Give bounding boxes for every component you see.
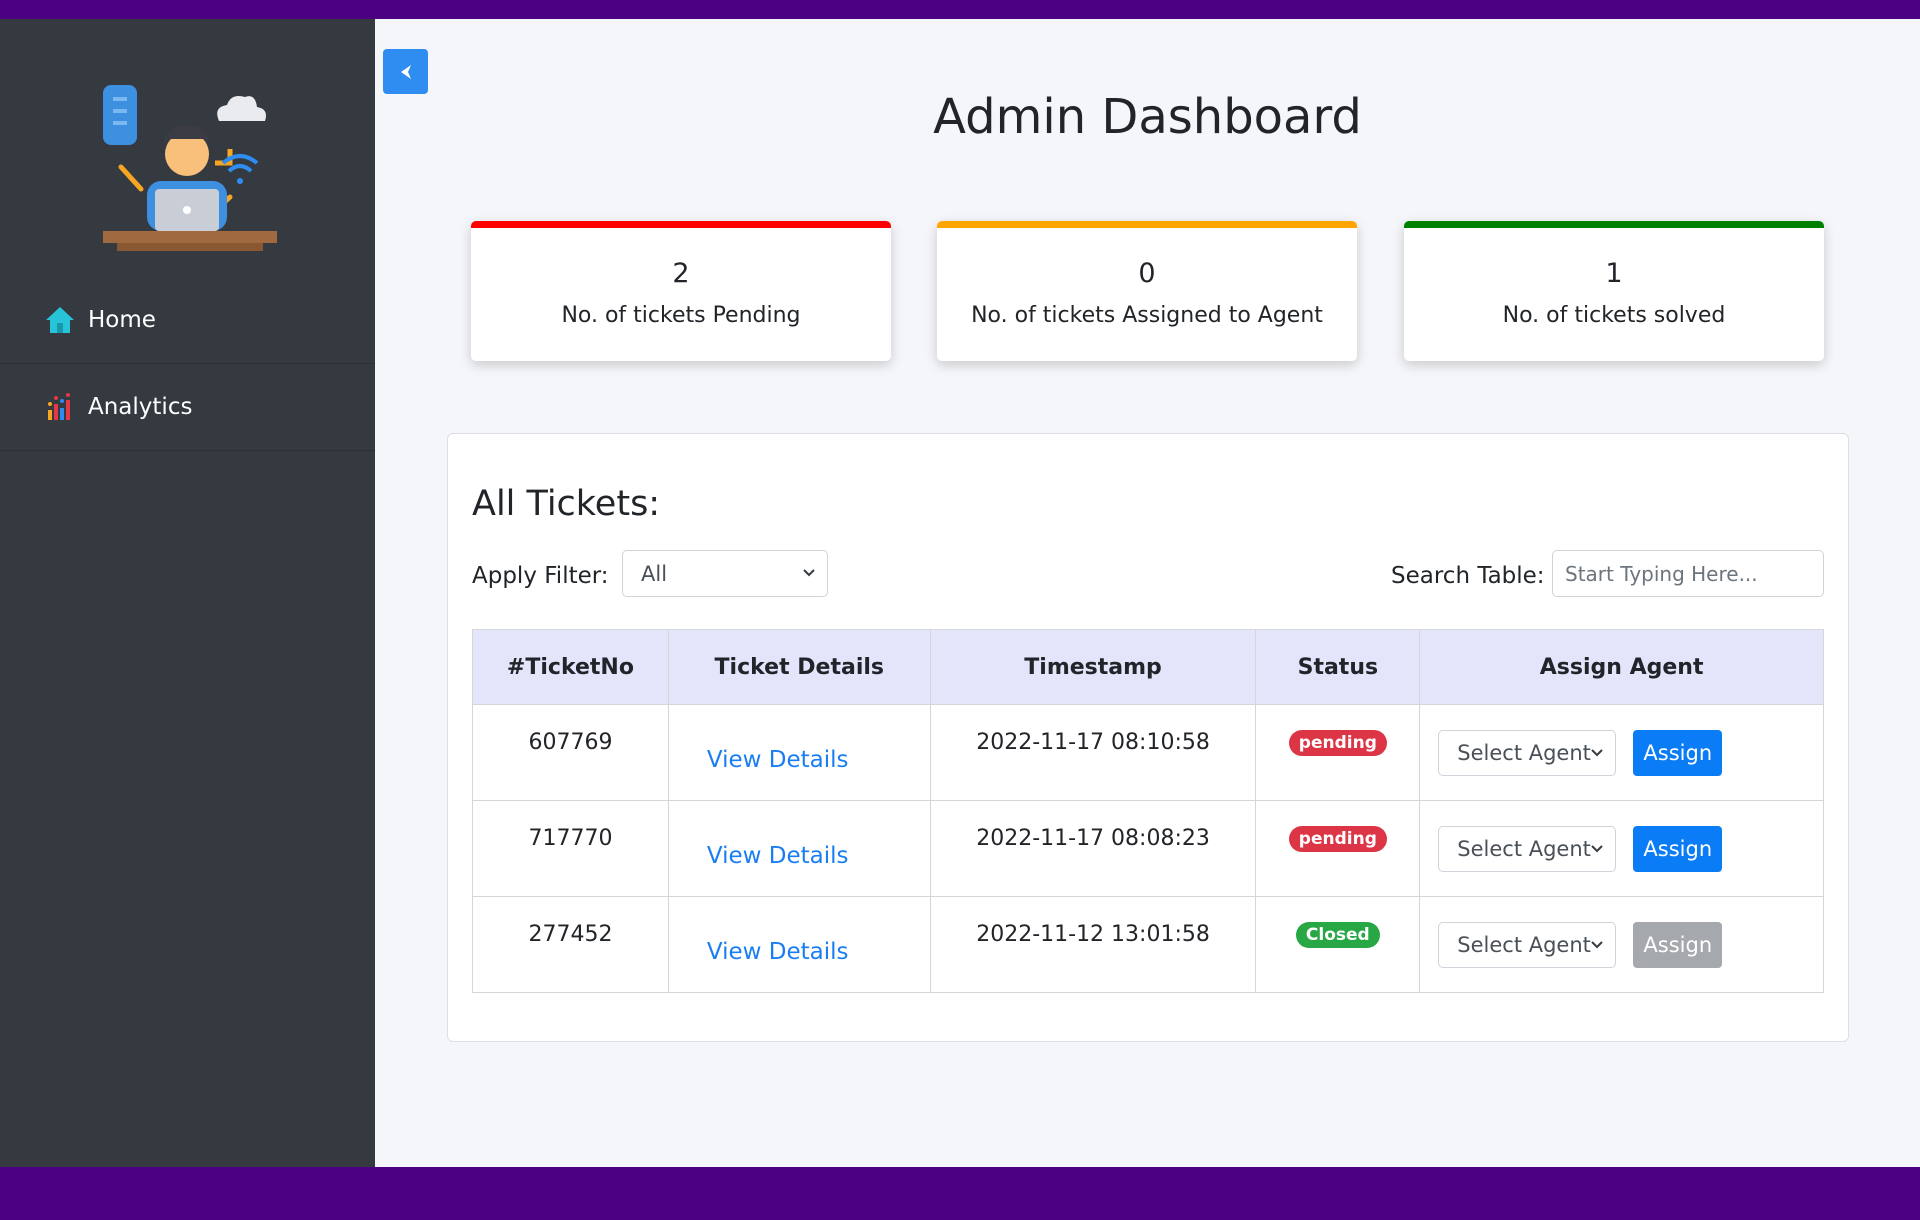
search-label: Search Table: (1391, 563, 1545, 589)
tickets-table: #TicketNo Ticket Details Timestamp Statu… (472, 629, 1824, 993)
filter-select-value: All (641, 561, 668, 586)
table-header-row: #TicketNo Ticket Details Timestamp Statu… (472, 629, 1824, 705)
chevron-left-icon (400, 64, 411, 79)
stat-card-accent (1404, 221, 1824, 228)
ticket-timestamp: 2022-11-17 08:08:23 (929, 800, 1257, 897)
view-details-link[interactable]: View Details (707, 939, 849, 965)
ticket-number: 277452 (472, 896, 669, 993)
logo (95, 59, 285, 259)
chevron-down-icon (1591, 844, 1603, 852)
agent-select-value: Select Agent (1457, 836, 1591, 861)
sidebar-item-home[interactable]: Home (0, 277, 375, 364)
table-row: 277452 View Details 2022-11-12 13:01:58 … (472, 896, 1824, 993)
column-header-status: Status (1255, 629, 1421, 705)
column-header-ticket-no: #TicketNo (472, 629, 669, 705)
agent-select[interactable]: Select Agent (1438, 921, 1617, 968)
ticket-timestamp: 2022-11-17 08:10:58 (929, 704, 1257, 801)
home-icon (44, 304, 76, 336)
agent-select-value: Select Agent (1457, 740, 1591, 765)
stat-card-solved: 1 No. of tickets solved (1404, 221, 1824, 361)
table-row: 717770 View Details 2022-11-17 08:08:23 … (472, 800, 1824, 897)
column-header-ticket-details: Ticket Details (667, 629, 931, 705)
status-badge: pending (1288, 826, 1387, 852)
sidebar-item-label: Home (88, 307, 156, 333)
column-header-assign-agent: Assign Agent (1419, 629, 1824, 705)
tickets-panel: All Tickets: Apply Filter: All Search Ta… (447, 433, 1849, 1042)
agent-select[interactable]: Select Agent (1438, 825, 1617, 872)
stat-card-accent (471, 221, 891, 228)
assign-button[interactable]: Assign (1633, 825, 1723, 872)
stat-count: 0 (1138, 258, 1156, 289)
assign-button[interactable]: Assign (1633, 729, 1723, 776)
stat-card-assigned: 0 No. of tickets Assigned to Agent (937, 221, 1357, 361)
bottom-frame-bar (0, 1167, 1920, 1220)
stat-label: No. of tickets Assigned to Agent (971, 303, 1323, 328)
stat-label: No. of tickets Pending (561, 303, 801, 328)
ticket-number: 717770 (472, 800, 669, 897)
filter-select[interactable]: All (622, 550, 828, 597)
page-title: Admin Dashboard (933, 89, 1362, 145)
chevron-down-icon (1591, 940, 1603, 948)
assign-button-disabled: Assign (1633, 921, 1723, 968)
view-details-link[interactable]: View Details (707, 747, 849, 773)
stat-count: 2 (672, 258, 690, 289)
filter-label: Apply Filter: (472, 563, 609, 589)
ticket-timestamp: 2022-11-12 13:01:58 (929, 896, 1257, 993)
stat-count: 1 (1605, 258, 1623, 289)
view-details-link[interactable]: View Details (707, 843, 849, 869)
status-badge: Closed (1295, 922, 1380, 948)
sidebar: Home Analytics (0, 19, 375, 1167)
top-frame-bar (0, 0, 1920, 19)
main-content: Admin Dashboard 2 No. of tickets Pending… (375, 19, 1920, 1167)
agent-select-value: Select Agent (1457, 932, 1591, 957)
chevron-down-icon (1591, 748, 1603, 756)
ticket-number: 607769 (472, 704, 669, 801)
status-badge: pending (1288, 730, 1387, 756)
chevron-down-icon (803, 569, 815, 577)
column-header-timestamp: Timestamp (929, 629, 1257, 705)
sidebar-toggle-button[interactable] (383, 49, 428, 94)
table-row: 607769 View Details 2022-11-17 08:10:58 … (472, 704, 1824, 801)
stat-card-pending: 2 No. of tickets Pending (471, 221, 891, 361)
tickets-heading: All Tickets: (472, 484, 661, 524)
bar-chart-icon (44, 391, 76, 423)
sidebar-item-label: Analytics (88, 394, 193, 420)
agent-select[interactable]: Select Agent (1438, 729, 1617, 776)
stat-label: No. of tickets solved (1502, 303, 1726, 328)
search-input[interactable] (1552, 550, 1824, 597)
sidebar-item-analytics[interactable]: Analytics (0, 364, 375, 451)
stat-card-accent (937, 221, 1357, 228)
